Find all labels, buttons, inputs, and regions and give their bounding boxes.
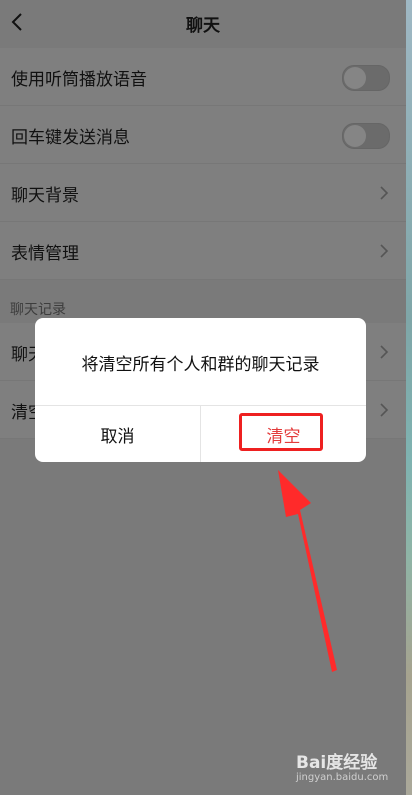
navbar: 聊天 [0,0,406,46]
setting-row-earpiece[interactable]: 使用听筒播放语音 [0,48,406,106]
chevron-right-icon [380,345,389,359]
page-title: 聊天 [186,16,220,36]
chevron-right-icon [380,244,389,258]
background-photo-strip [406,0,412,795]
dialog-message: 将清空所有个人和群的聊天记录 [81,355,320,375]
setting-label: 回车键发送消息 [11,128,130,148]
chevron-right-icon [380,186,389,200]
watermark-logo: Bai度经验 [296,753,378,773]
highlight-annotation-box [239,413,323,451]
setting-label: 聊天背景 [11,186,79,206]
setting-row-enter-send[interactable]: 回车键发送消息 [0,106,406,164]
baidu-jingyan-watermark: Bai度经验 jingyan.baidu.com [296,748,406,788]
setting-label: 使用听筒播放语音 [11,70,147,90]
earpiece-toggle[interactable] [342,65,390,91]
toggle-knob [344,125,366,147]
enter-send-toggle[interactable] [342,123,390,149]
watermark-url: jingyan.baidu.com [296,772,389,783]
toggle-knob [344,67,366,89]
setting-row-chat-background[interactable]: 聊天背景 [0,164,406,222]
settings-list: 使用听筒播放语音 回车键发送消息 聊天背景 表情管理 [0,48,406,280]
cancel-button[interactable]: 取消 [35,406,200,462]
setting-row-sticker-management[interactable]: 表情管理 [0,222,406,280]
chevron-right-icon [380,403,389,417]
setting-label: 表情管理 [11,244,79,264]
section-header-chat-history: 聊天记录 [10,302,66,318]
